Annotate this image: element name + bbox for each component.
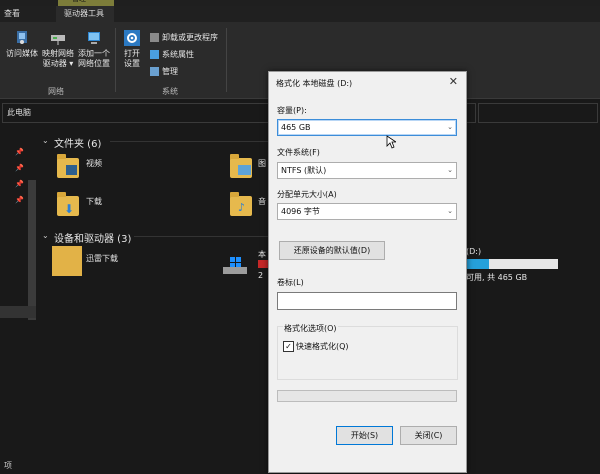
folder-label-music[interactable]: 音 [258,196,266,207]
add-network-location-button[interactable]: 添加一个 网络位置 [76,30,112,69]
map-network-drive-button[interactable]: 映射网络 驱动器 ▾ [40,30,76,69]
gear-icon [123,30,141,46]
open-settings-label: 打开 [124,49,140,58]
refresh-button[interactable] [466,103,476,123]
folder-label-videos[interactable]: 视频 [86,158,102,169]
navigation-pane [0,128,28,458]
context-tab-label: 管理 [72,0,86,4]
access-media-label: 访问媒体 [6,49,38,58]
pin-icon: 📌 [15,164,24,172]
filesystem-select[interactable]: NTFS (默认) ⌄ [277,162,457,179]
section-divider [134,236,268,237]
manage-label: 管理 [162,67,178,76]
format-dialog: 格式化 本地磁盘 (D:) ✕ 容量(P): 465 GB ⌄ 文件系统(F) … [268,71,467,473]
manage-icon [150,67,159,76]
pin-icon: 📌 [15,180,24,188]
quick-format-checkbox[interactable]: ✓ [283,341,294,352]
uninstall-program-item[interactable]: 卸载或更改程序 [150,32,218,43]
media-icon [13,30,31,46]
drive-c-info: 2 [258,271,264,280]
devices-section-header[interactable]: 设备和驱动器 (3) [54,230,131,245]
film-icon [66,165,77,175]
chevron-down-icon: ⌄ [447,207,453,215]
open-settings-label-2: 设置 [124,59,140,68]
tab-drive-tools[interactable]: 驱动器工具 [64,8,104,19]
section-divider [110,141,268,142]
address-bar[interactable]: 此电脑 [2,103,270,123]
system-group-label: 系统 [162,87,178,96]
start-button[interactable]: 开始(S) [336,426,393,445]
quick-format-label[interactable]: 快速格式化(Q) [296,341,349,352]
tab-view[interactable]: 查看 [4,8,20,19]
map-drive-label-2: 驱动器 ▾ [42,59,74,68]
folder-label-pictures[interactable]: 图 [258,158,266,169]
capacity-value: 465 GB [281,123,311,132]
add-location-label-2: 网络位置 [78,59,110,68]
folders-section-header[interactable]: 文件夹 (6) [54,135,101,150]
check-icon [150,50,159,59]
close-button[interactable]: 关闭(C) [400,426,457,445]
system-properties-item[interactable]: 系统属性 [150,49,194,60]
ribbon-separator-2 [226,28,227,92]
nav-scrollbar[interactable] [28,180,36,320]
restore-defaults-button[interactable]: 还原设备的默认值(D) [279,241,385,260]
uninstall-icon [150,33,159,42]
alloc-unit-label: 分配单元大小(A) [277,190,337,199]
manage-item[interactable]: 管理 [150,66,178,77]
drive-d-info: 可用, 共 465 GB [466,273,528,282]
drive-c-label[interactable]: 本 [258,249,266,260]
chevron-down-icon: ⌄ [447,123,453,131]
alloc-unit-select[interactable]: 4096 字节 ⌄ [277,203,457,220]
drive-d-label[interactable]: (D:) [466,247,481,256]
network-group-label: 网络 [48,87,64,96]
filesystem-value: NTFS (默认) [281,166,327,175]
network-location-icon [85,30,103,46]
pin-icon: 📌 [15,148,24,156]
network-drive-icon [49,30,67,46]
drive-d-usage-bar [457,259,558,269]
nav-selected-item[interactable] [0,306,36,318]
thunder-download-icon[interactable] [52,246,82,276]
filesystem-label: 文件系统(F) [277,148,320,157]
volume-label-input[interactable] [277,292,457,310]
device-label-thunder[interactable]: 迅雷下载 [86,253,118,264]
picture-icon [238,165,251,175]
download-arrow-icon: ⬇ [64,202,75,216]
format-options-group [277,326,458,380]
music-note-icon: ♪ [238,201,246,214]
windows-drive-icon[interactable] [222,256,248,276]
close-icon[interactable]: ✕ [449,75,458,88]
access-media-button[interactable]: 访问媒体 [3,30,41,59]
uninstall-label: 卸载或更改程序 [162,33,218,42]
mouse-cursor-icon [386,135,398,151]
volume-label-caption: 卷标(L) [277,278,304,287]
open-settings-button[interactable]: 打开 设置 [118,30,146,69]
alloc-unit-value: 4096 字节 [281,207,320,216]
pin-icon: 📌 [15,196,24,204]
ribbon-separator [115,28,116,92]
drive-c-usage-bar [258,260,268,268]
capacity-label: 容量(P): [277,106,307,115]
chevron-down-icon[interactable]: ⌄ [42,136,49,145]
chevron-down-icon: ⌄ [447,166,453,174]
search-box[interactable] [478,103,598,123]
format-progress-bar [277,390,457,402]
folder-label-downloads[interactable]: 下载 [86,196,102,207]
dialog-title: 格式化 本地磁盘 (D:) [276,79,353,88]
map-drive-label: 映射网络 [42,49,74,58]
format-options-label: 格式化选项(O) [283,323,338,334]
system-properties-label: 系统属性 [162,50,194,59]
add-location-label: 添加一个 [78,49,110,58]
chevron-down-icon[interactable]: ⌄ [42,231,49,240]
status-text: 项 [4,461,12,470]
capacity-select[interactable]: 465 GB ⌄ [277,119,457,136]
